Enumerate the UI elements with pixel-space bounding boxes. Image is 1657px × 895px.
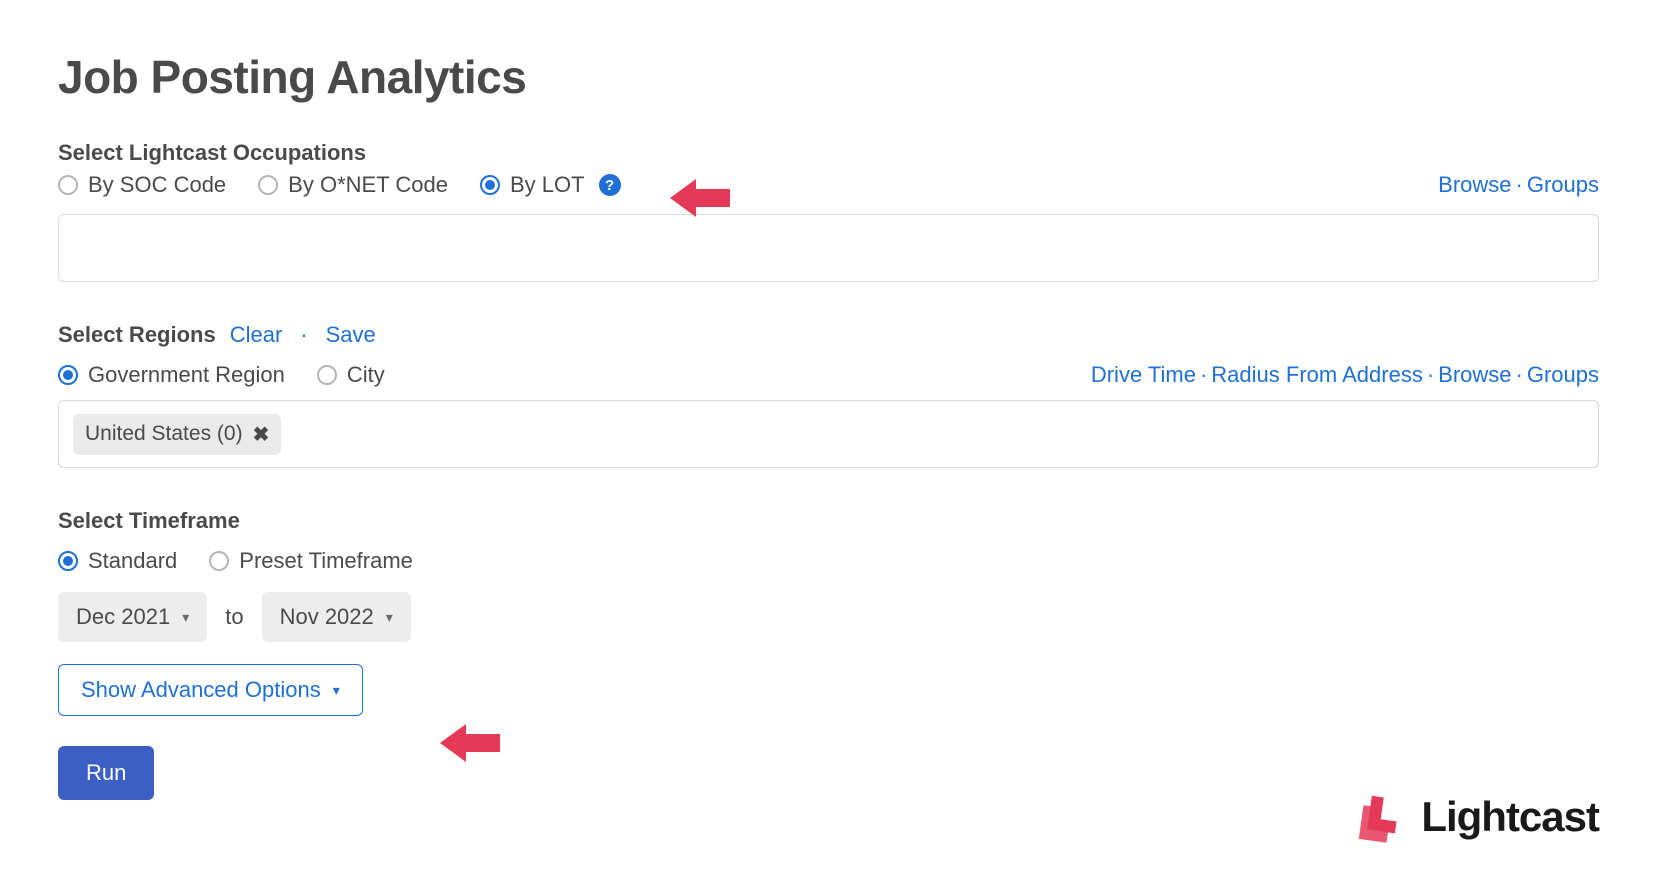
radio-icon xyxy=(480,175,500,195)
radio-icon xyxy=(209,551,229,571)
groups-link[interactable]: Groups xyxy=(1527,362,1599,388)
chevron-down-icon: ▾ xyxy=(333,682,340,699)
radio-label: By O*NET Code xyxy=(288,172,448,198)
drive-time-link[interactable]: Drive Time xyxy=(1091,362,1196,388)
regions-section: Select Regions Clear · Save Government R… xyxy=(58,322,1599,468)
occupation-text-input[interactable] xyxy=(73,237,1584,260)
radio-label: Government Region xyxy=(88,362,285,388)
radio-by-onet[interactable]: By O*NET Code xyxy=(258,172,448,198)
radio-label: By SOC Code xyxy=(88,172,226,198)
groups-link[interactable]: Groups xyxy=(1527,172,1599,198)
occupation-input-box[interactable] xyxy=(58,214,1599,282)
browse-link[interactable]: Browse xyxy=(1438,172,1511,198)
region-input-box[interactable]: United States (0) ✖ xyxy=(58,400,1599,468)
regions-links: Drive Time · Radius From Address · Brows… xyxy=(1091,362,1599,388)
occupations-radio-group: By SOC Code By O*NET Code By LOT ? xyxy=(58,172,621,198)
to-label: to xyxy=(225,604,243,630)
radio-label: Preset Timeframe xyxy=(239,548,413,574)
radius-link[interactable]: Radius From Address xyxy=(1211,362,1423,388)
chip-label: United States (0) xyxy=(85,422,243,446)
select-value: Nov 2022 xyxy=(280,604,374,630)
radio-label: By LOT xyxy=(510,172,585,198)
brand-logo: Lightcast xyxy=(1351,789,1599,845)
separator-dot: · xyxy=(1200,362,1207,388)
browse-link[interactable]: Browse xyxy=(1438,362,1511,388)
occupations-section: Select Lightcast Occupations By SOC Code… xyxy=(58,140,1599,282)
radio-city[interactable]: City xyxy=(317,362,385,388)
lightcast-mark-icon xyxy=(1351,789,1407,845)
radio-icon xyxy=(258,175,278,195)
regions-radio-group: Government Region City xyxy=(58,362,385,388)
brand-name: Lightcast xyxy=(1421,793,1599,841)
timeframe-section: Select Timeframe Standard Preset Timefra… xyxy=(58,508,1599,800)
radio-icon xyxy=(317,365,337,385)
radio-gov-region[interactable]: Government Region xyxy=(58,362,285,388)
region-text-input[interactable] xyxy=(289,423,1584,446)
radio-by-lot[interactable]: By LOT ? xyxy=(480,172,621,198)
timeframe-radio-group: Standard Preset Timeframe xyxy=(58,548,1599,574)
radio-icon xyxy=(58,365,78,385)
chevron-down-icon: ▾ xyxy=(182,609,189,626)
timeframe-from-select[interactable]: Dec 2021 ▾ xyxy=(58,592,207,642)
regions-label: Select Regions xyxy=(58,322,216,348)
timeframe-label: Select Timeframe xyxy=(58,508,1599,534)
timeframe-to-select[interactable]: Nov 2022 ▾ xyxy=(262,592,411,642)
show-advanced-button[interactable]: Show Advanced Options ▾ xyxy=(58,664,363,716)
button-label: Show Advanced Options xyxy=(81,677,321,703)
separator-dot: · xyxy=(1516,362,1523,388)
radio-preset[interactable]: Preset Timeframe xyxy=(209,548,413,574)
separator-dot: · xyxy=(1516,172,1523,198)
chevron-down-icon: ▾ xyxy=(386,609,393,626)
run-button[interactable]: Run xyxy=(58,746,154,800)
regions-clear-link[interactable]: Clear xyxy=(230,322,283,348)
radio-standard[interactable]: Standard xyxy=(58,548,177,574)
help-icon[interactable]: ? xyxy=(599,174,621,196)
separator-dot: · xyxy=(1427,362,1434,388)
radio-label: City xyxy=(347,362,385,388)
radio-label: Standard xyxy=(88,548,177,574)
remove-chip-icon[interactable]: ✖ xyxy=(253,422,270,447)
occupations-links: Browse · Groups xyxy=(1438,172,1599,198)
radio-by-soc[interactable]: By SOC Code xyxy=(58,172,226,198)
radio-icon xyxy=(58,551,78,571)
region-chip: United States (0) ✖ xyxy=(73,414,281,455)
regions-save-link[interactable]: Save xyxy=(326,322,376,348)
radio-icon xyxy=(58,175,78,195)
page-title: Job Posting Analytics xyxy=(58,50,1599,104)
separator-dot: · xyxy=(300,322,307,348)
occupations-label: Select Lightcast Occupations xyxy=(58,140,1599,166)
select-value: Dec 2021 xyxy=(76,604,170,630)
